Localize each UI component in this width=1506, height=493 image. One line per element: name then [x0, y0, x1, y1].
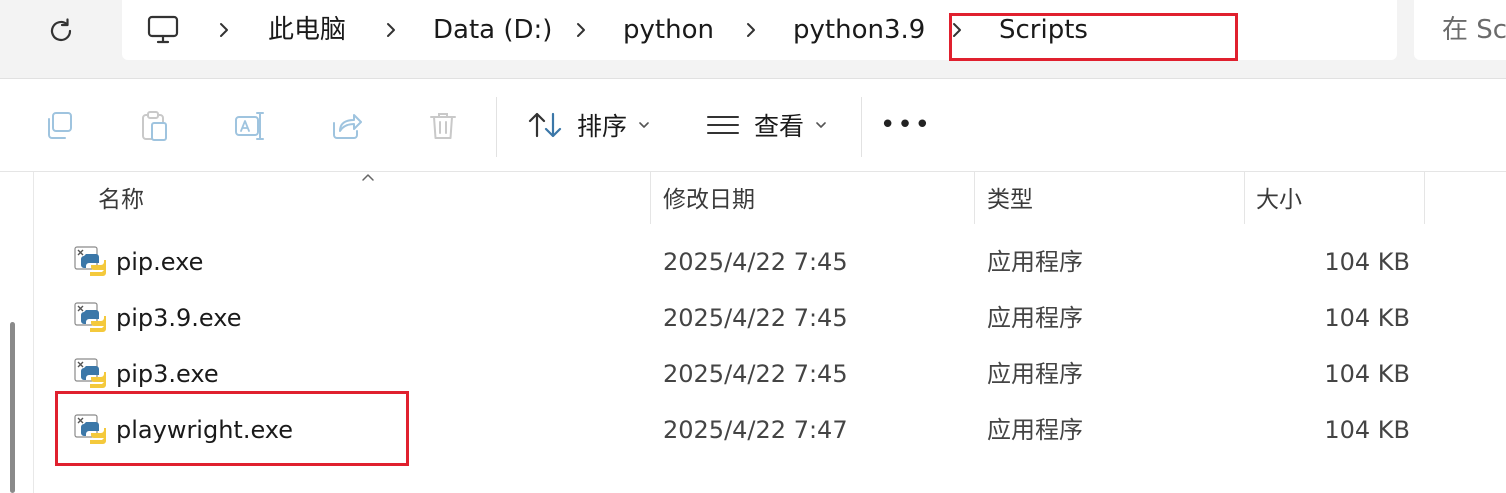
- breadcrumb-item-python39[interactable]: python3.9: [793, 12, 925, 48]
- chevron-right-icon[interactable]: [574, 20, 588, 40]
- chevron-right-icon[interactable]: [384, 20, 398, 40]
- share-icon[interactable]: [330, 109, 364, 143]
- file-size: 104 KB: [1324, 304, 1410, 332]
- breadcrumb-item-python[interactable]: python: [623, 12, 714, 48]
- file-type: 应用程序: [987, 248, 1083, 276]
- address-bar-row: 此电脑 Data (D:) python python3.9 Scripts 在…: [0, 0, 1506, 79]
- toolbar-separator: [861, 97, 862, 157]
- toolbar-separator: [496, 97, 497, 157]
- view-button[interactable]: 查看: [706, 105, 828, 145]
- sort-label: 排序: [577, 112, 628, 141]
- file-name: playwright.exe: [116, 416, 294, 444]
- file-row[interactable]: pip.exe 2025/4/22 7:45 应用程序 104 KB: [56, 234, 1426, 290]
- file-row[interactable]: playwright.exe 2025/4/22 7:47 应用程序 104 K…: [56, 402, 1426, 458]
- file-type: 应用程序: [987, 416, 1083, 444]
- column-header-name[interactable]: 名称: [98, 180, 144, 220]
- view-label: 查看: [754, 112, 805, 141]
- delete-icon[interactable]: [426, 109, 460, 143]
- file-name: pip.exe: [116, 248, 204, 276]
- column-header-size[interactable]: 大小: [1256, 180, 1302, 220]
- python-exe-icon: [74, 302, 106, 332]
- file-type: 应用程序: [987, 360, 1083, 388]
- breadcrumb-item-scripts[interactable]: Scripts: [999, 12, 1088, 48]
- file-modified: 2025/4/22 7:45: [663, 304, 848, 332]
- breadcrumb-item-this-pc[interactable]: 此电脑: [268, 12, 346, 48]
- file-name: pip3.exe: [116, 360, 219, 388]
- file-row[interactable]: pip3.exe 2025/4/22 7:45 应用程序 104 KB: [56, 346, 1426, 402]
- paste-icon[interactable]: [138, 109, 172, 143]
- column-separator[interactable]: [650, 172, 651, 224]
- chevron-right-icon[interactable]: [950, 20, 964, 40]
- breadcrumb-item-data-drive[interactable]: Data (D:): [433, 12, 552, 48]
- file-row[interactable]: pip3.9.exe 2025/4/22 7:45 应用程序 104 KB: [56, 290, 1426, 346]
- python-exe-icon: [74, 414, 106, 444]
- command-bar: 排序 查看 •••: [0, 79, 1506, 172]
- pane-divider: [33, 172, 34, 493]
- column-separator[interactable]: [1244, 172, 1245, 224]
- chevron-right-icon[interactable]: [744, 20, 758, 40]
- file-list: 名称 修改日期 类型 大小 pip.exe 2025/4/22 7:45 应用程…: [0, 172, 1506, 493]
- copy-icon[interactable]: [43, 109, 77, 143]
- file-modified: 2025/4/22 7:45: [663, 360, 848, 388]
- chevron-down-icon: [816, 122, 826, 128]
- vertical-scrollbar[interactable]: [10, 322, 15, 493]
- file-modified: 2025/4/22 7:47: [663, 416, 848, 444]
- computer-icon[interactable]: [146, 13, 180, 47]
- breadcrumb[interactable]: 此电脑 Data (D:) python python3.9 Scripts: [122, 0, 1397, 60]
- file-name: pip3.9.exe: [116, 304, 242, 332]
- search-placeholder: 在 Sc: [1442, 15, 1506, 45]
- column-separator[interactable]: [1424, 172, 1425, 224]
- column-header-type[interactable]: 类型: [987, 180, 1033, 220]
- column-header-modified[interactable]: 修改日期: [663, 180, 755, 220]
- rename-icon[interactable]: [233, 109, 267, 143]
- refresh-icon: [50, 18, 72, 42]
- more-options-icon: •••: [880, 110, 933, 140]
- python-exe-icon: [74, 358, 106, 388]
- more-options-button[interactable]: •••: [880, 105, 932, 145]
- python-exe-icon: [74, 246, 106, 276]
- column-separator[interactable]: [974, 172, 975, 224]
- file-size: 104 KB: [1324, 248, 1410, 276]
- sort-ascending-icon: [362, 174, 374, 181]
- chevron-down-icon: [639, 122, 649, 128]
- refresh-button[interactable]: [42, 12, 80, 50]
- file-modified: 2025/4/22 7:45: [663, 248, 848, 276]
- sort-button[interactable]: 排序: [527, 105, 651, 145]
- sort-icon: [528, 112, 562, 138]
- file-size: 104 KB: [1324, 416, 1410, 444]
- chevron-right-icon[interactable]: [217, 20, 231, 40]
- file-type: 应用程序: [987, 304, 1083, 332]
- file-size: 104 KB: [1324, 360, 1410, 388]
- search-input[interactable]: 在 Sc: [1414, 0, 1506, 60]
- view-list-icon: [707, 116, 739, 134]
